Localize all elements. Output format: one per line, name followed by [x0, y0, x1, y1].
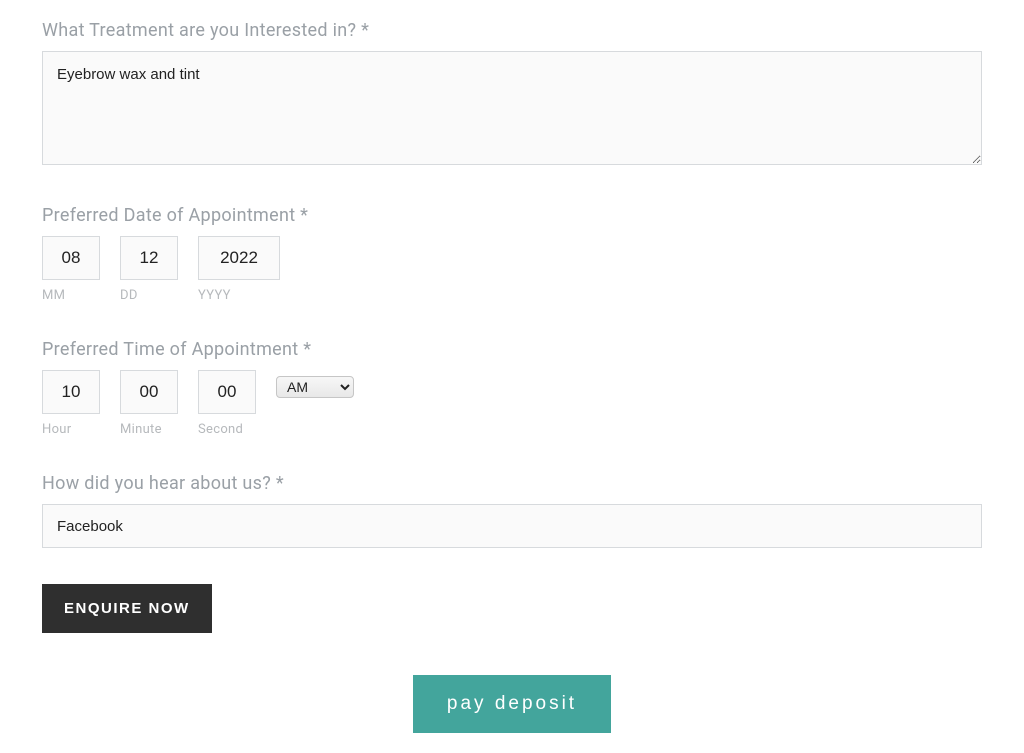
day-input[interactable]	[120, 236, 178, 280]
hear-about-input[interactable]	[42, 504, 982, 548]
minute-sublabel: Minute	[120, 422, 178, 437]
time-row: Hour Minute Second AM	[42, 370, 982, 437]
month-input[interactable]	[42, 236, 100, 280]
date-row: MM DD YYYY	[42, 236, 982, 303]
second-col: Second	[198, 370, 256, 437]
enquire-row: ENQUIRE NOW	[42, 584, 982, 633]
treatment-label: What Treatment are you Interested in? *	[42, 20, 982, 41]
preferred-date-group: Preferred Date of Appointment * MM DD YY…	[42, 205, 982, 303]
preferred-time-group: Preferred Time of Appointment * Hour Min…	[42, 339, 982, 437]
year-input[interactable]	[198, 236, 280, 280]
hear-about-group: How did you hear about us? *	[42, 473, 982, 548]
year-col: YYYY	[198, 236, 280, 303]
second-input[interactable]	[198, 370, 256, 414]
treatment-textarea[interactable]	[42, 51, 982, 165]
ampm-select[interactable]: AM	[276, 376, 354, 398]
minute-input[interactable]	[120, 370, 178, 414]
ampm-col: AM	[276, 376, 354, 398]
day-col: DD	[120, 236, 178, 303]
day-sublabel: DD	[120, 288, 178, 303]
hour-col: Hour	[42, 370, 100, 437]
hear-about-label: How did you hear about us? *	[42, 473, 982, 494]
hour-sublabel: Hour	[42, 422, 100, 437]
hour-input[interactable]	[42, 370, 100, 414]
preferred-time-label: Preferred Time of Appointment *	[42, 339, 982, 360]
treatment-group: What Treatment are you Interested in? *	[42, 20, 982, 169]
second-sublabel: Second	[198, 422, 256, 437]
preferred-date-label: Preferred Date of Appointment *	[42, 205, 982, 226]
month-sublabel: MM	[42, 288, 100, 303]
month-col: MM	[42, 236, 100, 303]
enquire-now-button[interactable]: ENQUIRE NOW	[42, 584, 212, 633]
minute-col: Minute	[120, 370, 178, 437]
pay-deposit-button[interactable]: pay deposit	[413, 675, 611, 733]
year-sublabel: YYYY	[198, 288, 280, 303]
deposit-row: pay deposit	[42, 675, 982, 733]
